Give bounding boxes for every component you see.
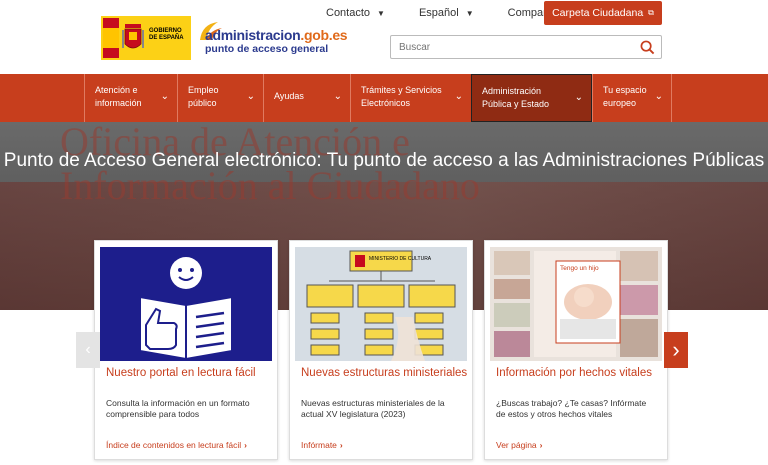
card-description: Consulta la información en un formato co… bbox=[106, 398, 250, 419]
chevron-right-icon: › bbox=[672, 337, 680, 362]
card-link[interactable]: Infórmate › bbox=[301, 440, 343, 450]
hijo-image-label: Tengo un hijo bbox=[560, 265, 599, 272]
search-icon[interactable] bbox=[640, 40, 655, 55]
language-selector[interactable]: Español ▼ bbox=[419, 7, 474, 19]
nav-atencion-informacion[interactable]: Atención e información ⌄ bbox=[84, 74, 177, 122]
chevron-down-icon: ⌄ bbox=[246, 91, 255, 102]
chevron-down-icon: ⌄ bbox=[454, 91, 463, 102]
card-hechos-vitales[interactable]: Tengo un hijo Información por hechos vit… bbox=[484, 240, 668, 460]
coat-of-arms-icon bbox=[122, 24, 144, 49]
nav-tramites-servicios[interactable]: Trámites y Servicios Electrónicos ⌄ bbox=[350, 74, 471, 122]
card-title[interactable]: Información por hechos vitales bbox=[496, 367, 652, 379]
administracion-logo[interactable]: administracion.gob.es punto de acceso ge… bbox=[198, 20, 348, 60]
chevron-down-icon: ⌄ bbox=[333, 91, 342, 102]
caret-down-icon: ▼ bbox=[465, 8, 474, 18]
nav-item-label: Administración Pública y Estado bbox=[482, 86, 550, 109]
chevron-right-icon: › bbox=[539, 440, 543, 450]
search-box bbox=[390, 35, 662, 59]
nav-item-label: Trámites y Servicios Electrónicos bbox=[361, 85, 442, 108]
org-chart-image: MINISTERIO DE CULTURA bbox=[295, 247, 467, 361]
card-description: Nuevas estructuras ministeriales de la a… bbox=[301, 398, 445, 419]
gobierno-espana-logo[interactable]: GOBIERNO DE ESPAÑA bbox=[101, 16, 191, 60]
chevron-down-icon: ⌄ bbox=[574, 92, 583, 103]
contacto-link[interactable]: Contacto ▼ bbox=[326, 7, 385, 19]
carousel-next-button[interactable]: › bbox=[664, 332, 688, 368]
chevron-right-icon: › bbox=[339, 440, 343, 450]
chevron-right-icon: › bbox=[244, 440, 247, 450]
hero-title: Punto de Acceso General electrónico: Tu … bbox=[3, 150, 765, 171]
card-description: ¿Buscas trabajo? ¿Te casas? Infórmate de… bbox=[496, 398, 647, 419]
card-estructuras-ministeriales[interactable]: MINISTERIO DE CULTURA Nuevas estructuras… bbox=[289, 240, 473, 460]
easy-read-icon bbox=[100, 247, 272, 361]
estructuras-image: MINISTERIO DE CULTURA bbox=[295, 247, 467, 361]
spain-flag-icon bbox=[103, 18, 119, 58]
nav-item-label: Tu espacio europeo bbox=[603, 85, 647, 108]
nav-ayudas[interactable]: Ayudas ⌄ bbox=[263, 74, 350, 122]
search-input[interactable] bbox=[391, 36, 631, 58]
lectura-facil-image bbox=[100, 247, 272, 361]
main-navigation: Atención e información ⌄ Empleo público … bbox=[0, 74, 768, 122]
nav-item-label: Atención e información bbox=[95, 85, 142, 108]
caret-down-icon: ▼ bbox=[377, 8, 385, 18]
hechos-vitales-image: Tengo un hijo bbox=[490, 247, 662, 361]
life-events-collage: Tengo un hijo bbox=[490, 247, 662, 361]
nav-empleo-publico[interactable]: Empleo público ⌄ bbox=[177, 74, 263, 122]
carpeta-ciudadana-button[interactable]: Carpeta Ciudadana ⧉ bbox=[544, 1, 662, 25]
chevron-down-icon: ⌄ bbox=[654, 91, 663, 102]
brand-title: administracion.gob.es bbox=[205, 27, 348, 43]
nav-administracion-publica[interactable]: Administración Pública y Estado ⌄ bbox=[471, 74, 592, 122]
external-link-icon: ⧉ bbox=[648, 8, 654, 17]
card-title[interactable]: Nuestro portal en lectura fácil bbox=[106, 367, 256, 379]
nav-item-label: Empleo público bbox=[188, 85, 219, 108]
carousel-prev-button[interactable]: ‹ bbox=[76, 332, 100, 368]
site-header: GOBIERNO DE ESPAÑA administracion.gob.es… bbox=[0, 0, 768, 74]
ministry-image-label: MINISTERIO DE CULTURA bbox=[369, 256, 432, 262]
card-link[interactable]: Ver página › bbox=[496, 440, 543, 450]
card-title[interactable]: Nuevas estructuras ministeriales bbox=[301, 367, 467, 379]
card-lectura-facil[interactable]: Nuestro portal en lectura fácil Consulta… bbox=[94, 240, 278, 460]
chevron-down-icon: ⌄ bbox=[160, 91, 169, 102]
nav-espacio-europeo[interactable]: Tu espacio europeo ⌄ bbox=[592, 74, 672, 122]
gov-logo-text: GOBIERNO DE ESPAÑA bbox=[149, 28, 184, 41]
card-link[interactable]: Índice de contenidos en lectura fácil › bbox=[106, 440, 247, 450]
chevron-left-icon: ‹ bbox=[85, 341, 91, 358]
brand-subtitle: punto de acceso general bbox=[205, 43, 329, 55]
